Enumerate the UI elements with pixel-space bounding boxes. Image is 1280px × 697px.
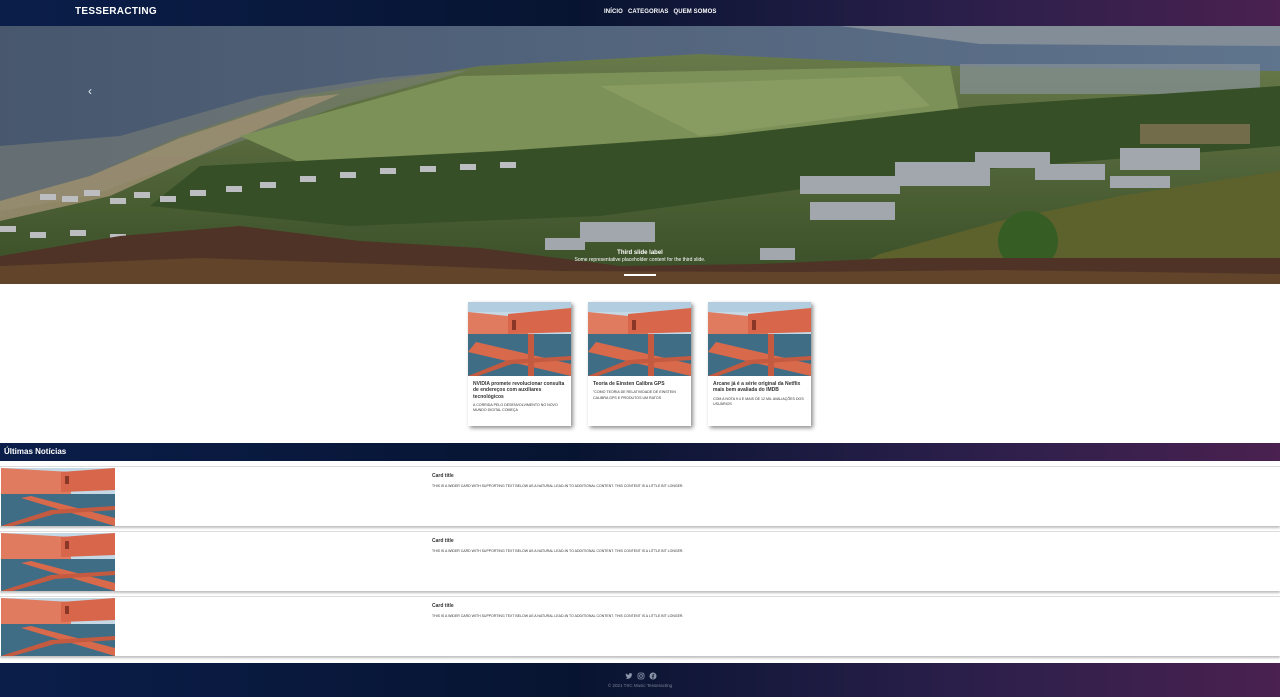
hero-carousel: ‹ Third slide label Some representative … [0,26,1280,284]
carousel-caption: Third slide label Some representative pl… [0,250,1280,263]
navbar: TESSERACTING INÍCIO CATEGORIAS QUEM SOMO… [0,0,1280,26]
news-card-thumbnail [1,533,115,591]
news-card[interactable]: Card title This is a wider card with sup… [0,466,1280,526]
featured-card-text: A corrida pelo desenvolvimento no novo m… [473,402,558,413]
carousel-caption-text: Some representative placeholder content … [574,257,706,263]
news-card-text: This is a wider card with supporting tex… [432,614,684,618]
nav-links: INÍCIO CATEGORIAS QUEM SOMOS [604,9,717,15]
news-card-title: Card title [432,473,454,479]
footer: © 2021 TSC Music Tesseracting [0,663,1280,697]
news-card-text: This is a wider card with supporting tex… [432,484,684,488]
carousel-prev-icon[interactable]: ‹ [88,84,92,98]
card-thumbnail [468,302,571,376]
twitter-icon[interactable] [625,667,633,679]
latest-news-header: Últimas Notícias [0,443,1280,461]
news-card-title: Card title [432,603,454,609]
instagram-icon[interactable] [637,667,645,680]
featured-card-title: Arcane já é a série original da Netflix … [713,381,801,394]
nav-link-inicio[interactable]: INÍCIO [604,9,623,15]
featured-card[interactable]: NVIDIA promete revolucionar consulta de … [468,302,571,426]
nav-link-quem-somos[interactable]: QUEM SOMOS [674,9,717,15]
copyright-text: © 2021 TSC Music Tesseracting [607,683,673,688]
news-list: Card title This is a wider card with sup… [0,466,1280,661]
featured-cards: NVIDIA promete revolucionar consulta de … [468,302,811,426]
carousel-caption-title: Third slide label [617,250,663,256]
hero-landscape-image [0,26,1280,284]
news-card[interactable]: Card title This is a wider card with sup… [0,596,1280,656]
card-thumbnail [708,302,811,376]
social-links [625,667,657,680]
brand-logo[interactable]: TESSERACTING [75,6,157,17]
nav-link-categorias[interactable]: CATEGORIAS [628,9,669,15]
featured-card[interactable]: Arcane já é a série original da Netflix … [708,302,811,426]
news-card[interactable]: Card title This is a wider card with sup… [0,531,1280,591]
news-card-thumbnail [1,468,115,526]
section-title: Últimas Notícias [4,447,67,456]
news-card-thumbnail [1,598,115,656]
featured-card[interactable]: Teoria de Einsten Calibra GPS "Como teor… [588,302,691,426]
featured-card-title: NVIDIA promete revolucionar consulta de … [473,381,565,400]
featured-card-text: Com a nota 9.4 e mais de 12 mil avaliaçõ… [713,396,804,406]
featured-card-text: "Como teoria de relatividade de Einstein… [593,390,676,400]
featured-card-title: Teoria de Einsten Calibra GPS [593,381,665,387]
facebook-icon[interactable] [649,667,657,680]
news-card-title: Card title [432,538,454,544]
carousel-indicator[interactable] [624,274,656,276]
card-thumbnail [588,302,691,376]
news-card-text: This is a wider card with supporting tex… [432,549,684,553]
